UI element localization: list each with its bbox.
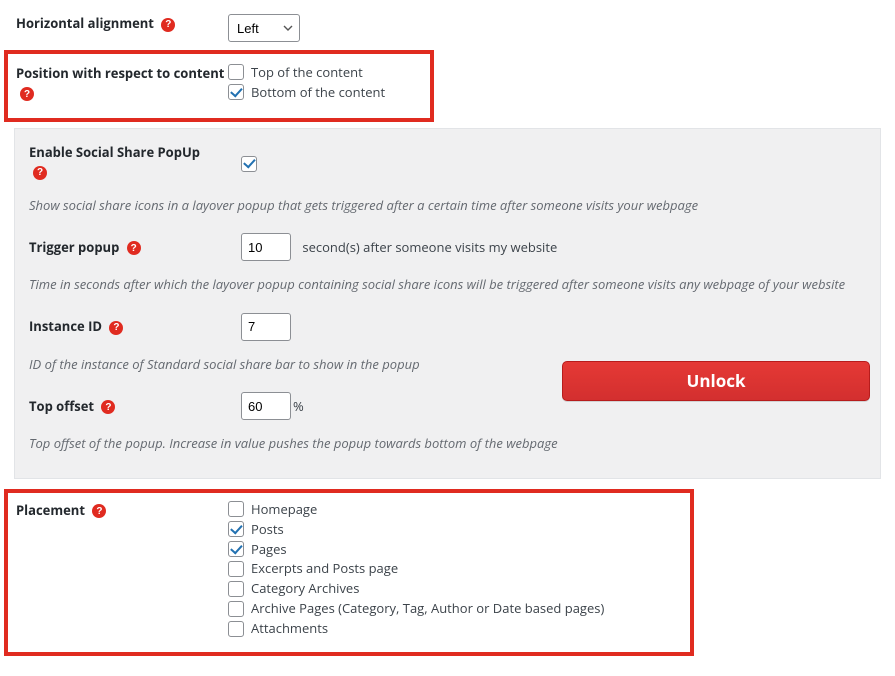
placement-option[interactable]: Archive Pages (Category, Tag, Author or … (228, 600, 682, 617)
help-icon[interactable]: ? (127, 241, 141, 255)
label-text: Placement (16, 501, 85, 519)
trigger-suffix: second(s) after someone visits my websit… (302, 238, 557, 256)
checkbox[interactable] (228, 561, 244, 577)
option-label: Category Archives (251, 580, 359, 597)
help-icon[interactable]: ? (109, 321, 123, 335)
enable-popup-field (241, 153, 866, 172)
label-text: Enable Social Share PopUp (29, 143, 200, 161)
placement-option[interactable]: Homepage (228, 501, 682, 518)
option-label: Pages (251, 541, 287, 558)
help-icon[interactable]: ? (33, 166, 47, 180)
position-bottom-option[interactable]: Bottom of the content (228, 84, 422, 101)
enable-popup-label: Enable Social Share PopUp ? (29, 143, 241, 182)
trigger-popup-label: Trigger popup ? (29, 238, 241, 258)
unlock-button[interactable]: Unlock (562, 361, 870, 401)
placement-option[interactable]: Pages (228, 541, 682, 558)
horizontal-alignment-row: Horizontal alignment ? LeftCenterRight (16, 6, 879, 50)
checkbox[interactable] (228, 501, 244, 517)
offset-unit: % (293, 397, 304, 415)
horizontal-alignment-label: Horizontal alignment ? (16, 14, 228, 34)
instance-id-label: Instance ID ? (29, 317, 241, 337)
trigger-popup-row: Trigger popup ? second(s) after someone … (29, 225, 866, 269)
placement-list: Homepage Posts Pages Excerpts and Posts pag… (228, 501, 682, 640)
checkbox[interactable] (228, 64, 244, 80)
option-label: Posts (251, 521, 284, 538)
enable-popup-description: Show social share icons in a layover pop… (29, 196, 866, 216)
checkbox[interactable] (228, 521, 244, 537)
help-icon[interactable]: ? (92, 504, 106, 518)
horizontal-alignment-select[interactable]: LeftCenterRight (228, 14, 300, 42)
label-text: Instance ID (29, 317, 102, 335)
placement-option[interactable]: Posts (228, 521, 682, 538)
enable-popup-row: Enable Social Share PopUp ? (29, 135, 866, 190)
option-label: Homepage (251, 501, 317, 518)
label-text: Trigger popup (29, 238, 119, 256)
option-label: Top of the content (251, 64, 363, 81)
checkbox[interactable] (228, 541, 244, 557)
instance-id-input[interactable] (241, 313, 291, 341)
position-label: Position with respect to content ? (16, 64, 228, 103)
checkbox[interactable] (228, 84, 244, 100)
placement-row: Placement ? Homepage Posts Pages Excerpts a… (16, 499, 682, 642)
checkbox[interactable] (228, 621, 244, 637)
horizontal-alignment-field: LeftCenterRight (228, 14, 879, 42)
top-offset-description: Top offset of the popup. Increase in val… (29, 434, 866, 454)
placement-highlight-box: Placement ? Homepage Posts Pages Excerpts a… (4, 489, 694, 656)
label-text: Position with respect to content (16, 64, 224, 82)
placement-label: Placement ? (16, 501, 228, 521)
position-field: Top of the content Bottom of the content (228, 64, 422, 104)
position-row: Position with respect to content ? Top o… (16, 60, 422, 108)
trigger-popup-description: Time in seconds after which the layover … (29, 275, 866, 295)
trigger-popup-field: second(s) after someone visits my websit… (241, 233, 866, 261)
checkbox[interactable] (228, 581, 244, 597)
unlock-button-label: Unlock (686, 369, 745, 392)
top-offset-label: Top offset ? (29, 397, 241, 417)
option-label: Bottom of the content (251, 84, 385, 101)
position-top-option[interactable]: Top of the content (228, 64, 422, 81)
option-label: Excerpts and Posts page (251, 560, 398, 577)
instance-id-description: ID of the instance of Standard social sh… (29, 355, 589, 375)
placement-option[interactable]: Excerpts and Posts page (228, 560, 682, 577)
label-text: Top offset (29, 397, 94, 415)
placement-option[interactable]: Category Archives (228, 580, 682, 597)
option-label: Attachments (251, 620, 328, 637)
popup-panel: Enable Social Share PopUp ? Show social … (14, 128, 881, 479)
instance-id-field (241, 313, 866, 341)
checkbox[interactable] (228, 601, 244, 617)
help-icon[interactable]: ? (101, 400, 115, 414)
position-highlight-box: Position with respect to content ? Top o… (4, 50, 434, 122)
label-text: Horizontal alignment (16, 14, 154, 32)
top-offset-input[interactable] (241, 392, 291, 420)
help-icon[interactable]: ? (161, 18, 175, 32)
help-icon[interactable]: ? (20, 87, 34, 101)
enable-popup-checkbox[interactable] (241, 156, 257, 172)
instance-id-row: Instance ID ? (29, 305, 866, 349)
trigger-seconds-input[interactable] (241, 233, 291, 261)
placement-option[interactable]: Attachments (228, 620, 682, 637)
option-label: Archive Pages (Category, Tag, Author or … (251, 600, 604, 617)
